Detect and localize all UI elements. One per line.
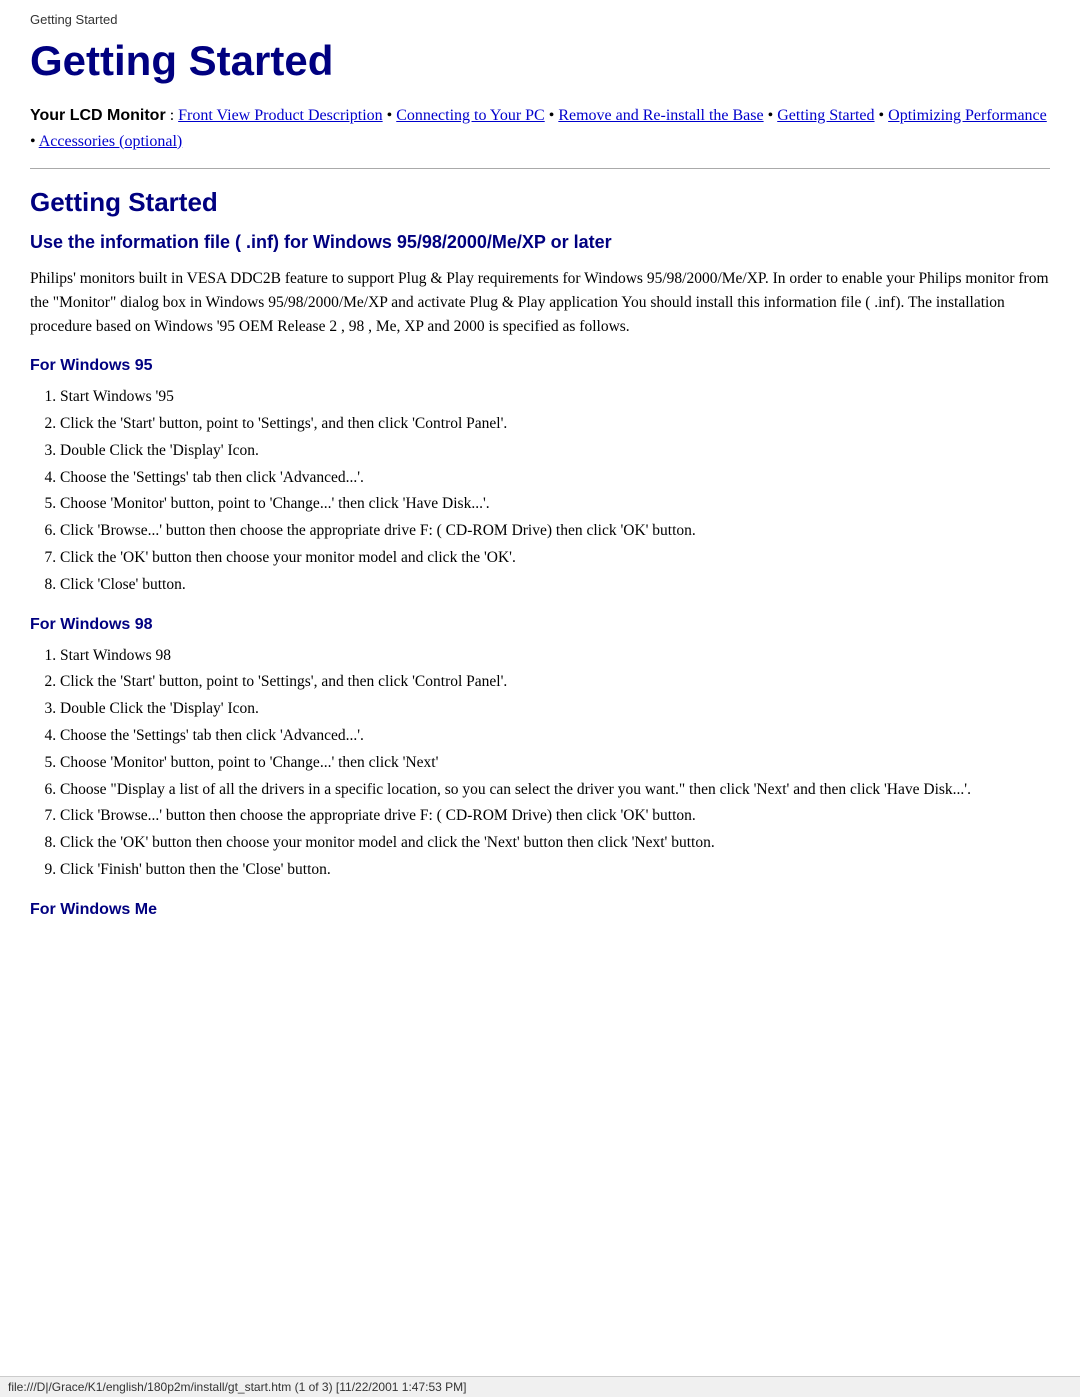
page-title: Getting Started <box>30 37 1050 85</box>
list-item: Choose the 'Settings' tab then click 'Ad… <box>60 466 1050 491</box>
windows-me-title: For Windows Me <box>30 901 1050 919</box>
list-item: Click 'Browse...' button then choose the… <box>60 804 1050 829</box>
list-item: Click 'Finish' button then the 'Close' b… <box>60 858 1050 883</box>
list-item: Choose "Display a list of all the driver… <box>60 778 1050 803</box>
intro-paragraph: Philips' monitors built in VESA DDC2B fe… <box>30 267 1050 339</box>
nav-sep-2: • <box>549 107 559 124</box>
nav-section: Your LCD Monitor : Front View Product De… <box>30 103 1050 154</box>
windows-95-steps: Start Windows '95 Click the 'Start' butt… <box>60 385 1050 597</box>
section-title: Getting Started <box>30 187 1050 218</box>
list-item: Click the 'Start' button, point to 'Sett… <box>60 412 1050 437</box>
nav-colon: : <box>170 107 178 124</box>
windows-95-title: For Windows 95 <box>30 357 1050 375</box>
list-item: Choose the 'Settings' tab then click 'Ad… <box>60 724 1050 749</box>
windows-98-title: For Windows 98 <box>30 616 1050 634</box>
browser-tab: Getting Started <box>30 10 1050 29</box>
nav-link-accessories[interactable]: Accessories (optional) <box>39 133 183 150</box>
nav-link-remove[interactable]: Remove and Re-install the Base <box>558 107 763 124</box>
list-item: Click 'Browse...' button then choose the… <box>60 519 1050 544</box>
list-item: Start Windows 98 <box>60 644 1050 669</box>
nav-link-connecting[interactable]: Connecting to Your PC <box>396 107 544 124</box>
list-item: Double Click the 'Display' Icon. <box>60 439 1050 464</box>
windows-98-steps: Start Windows 98 Click the 'Start' butto… <box>60 644 1050 883</box>
nav-sep-3: • <box>768 107 778 124</box>
list-item: Start Windows '95 <box>60 385 1050 410</box>
nav-link-optimizing[interactable]: Optimizing Performance <box>888 107 1047 124</box>
subsection-title: Use the information file ( .inf) for Win… <box>30 232 1050 253</box>
list-item: Click the 'OK' button then choose your m… <box>60 831 1050 856</box>
nav-sep-1: • <box>387 107 397 124</box>
divider <box>30 168 1050 169</box>
nav-link-front-view[interactable]: Front View Product Description <box>178 107 383 124</box>
nav-sep-4: • <box>879 107 889 124</box>
nav-prefix: Your LCD Monitor <box>30 107 166 124</box>
list-item: Choose 'Monitor' button, point to 'Chang… <box>60 751 1050 776</box>
list-item: Double Click the 'Display' Icon. <box>60 697 1050 722</box>
nav-link-getting-started[interactable]: Getting Started <box>777 107 874 124</box>
nav-sep-5: • <box>30 133 39 150</box>
list-item: Click 'Close' button. <box>60 573 1050 598</box>
list-item: Click the 'Start' button, point to 'Sett… <box>60 670 1050 695</box>
list-item: Choose 'Monitor' button, point to 'Chang… <box>60 492 1050 517</box>
list-item: Click the 'OK' button then choose your m… <box>60 546 1050 571</box>
status-bar: file:///D|/Grace/K1/english/180p2m/insta… <box>0 1376 1080 1397</box>
